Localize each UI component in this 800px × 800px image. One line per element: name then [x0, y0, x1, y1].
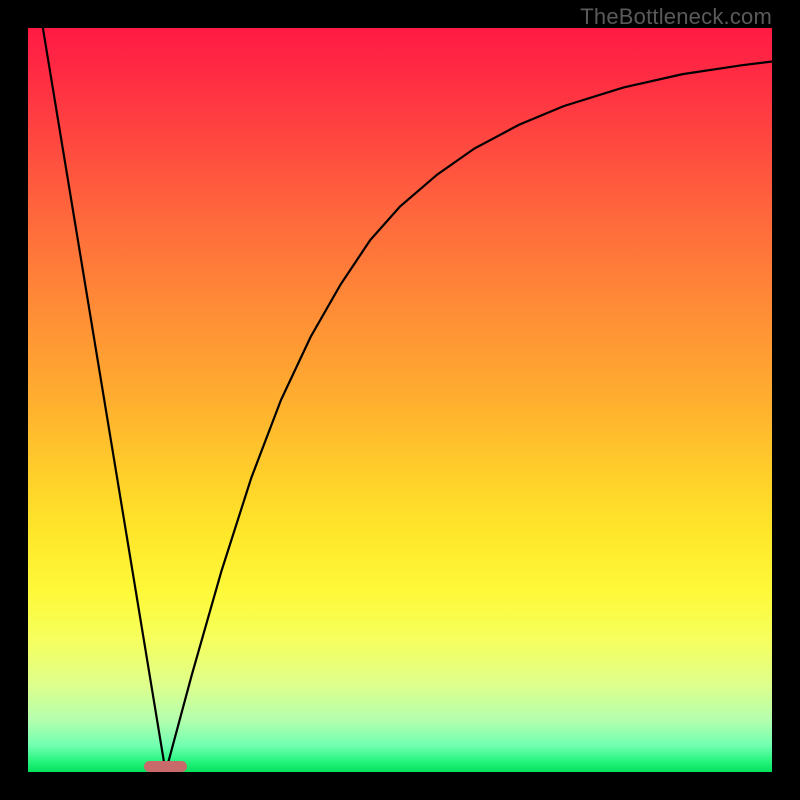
min-marker: [144, 761, 187, 772]
curve-right-arm: [166, 61, 772, 772]
plot-area: [28, 28, 772, 772]
bottleneck-curve: [28, 28, 772, 772]
watermark-text: TheBottleneck.com: [580, 4, 772, 30]
chart-frame: TheBottleneck.com: [0, 0, 800, 800]
curve-left-arm: [43, 28, 166, 772]
